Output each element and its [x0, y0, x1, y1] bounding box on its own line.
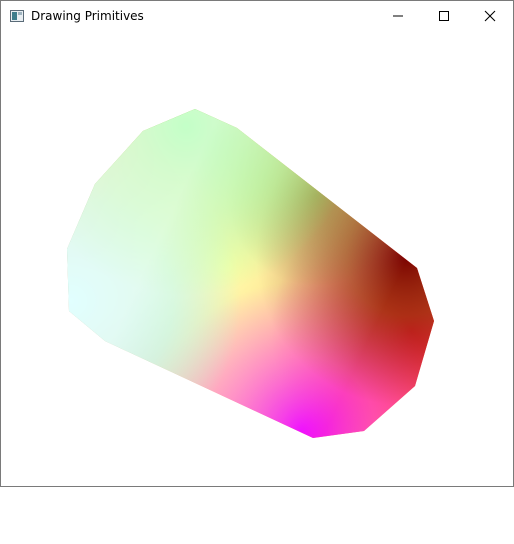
app-window: Drawing Primitives — [0, 0, 514, 487]
canvas-area[interactable] — [1, 31, 513, 486]
app-window-icon — [10, 10, 24, 22]
window-title: Drawing Primitives — [31, 9, 144, 23]
drawing-canvas — [67, 109, 434, 438]
close-icon — [484, 10, 496, 22]
minimize-button[interactable] — [375, 1, 421, 31]
close-button[interactable] — [467, 1, 513, 31]
maximize-button[interactable] — [421, 1, 467, 31]
title-bar[interactable]: Drawing Primitives — [1, 1, 513, 31]
cylinder-shape — [67, 109, 434, 438]
desktop-background — [0, 487, 514, 544]
minimize-icon — [393, 15, 403, 17]
maximize-icon — [439, 11, 449, 21]
